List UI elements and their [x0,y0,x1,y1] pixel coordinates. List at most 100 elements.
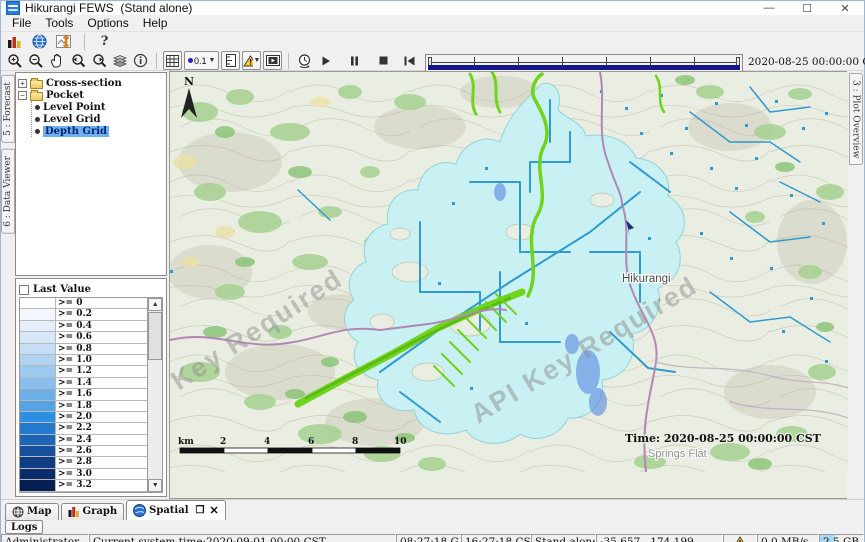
status-system-time: Current system time:2020-09-01 00:00 CST [89,534,396,542]
legend-color-swatch [20,469,56,479]
legend-color-swatch [20,355,56,365]
status-warning[interactable] [723,534,757,542]
last-value-label: Last Value [33,284,91,295]
tree-node-cross-section[interactable]: + Cross-section [18,77,164,89]
scroll-up-icon[interactable]: ▲ [148,298,162,311]
database-chart-icon[interactable] [5,32,24,51]
legend-color-swatch [20,389,56,399]
map-canvas[interactable]: API Key Required API Key Required Hikura… [170,72,848,472]
legend-row: >= 2.4 [20,435,147,446]
zoom-in-icon[interactable] [5,51,24,70]
left-tab-strip: 5 : Forecast 6 : Data Viewer [1,71,15,499]
tree-label: Level Grid [43,114,100,125]
last-value-row[interactable]: Last Value [19,282,163,297]
tab-map-label: Map [27,506,52,517]
tree-node-depth-grid[interactable]: Depth Grid [35,125,164,137]
legend-row: >= 1.4 [20,378,147,389]
legend-row-label: >= 1.8 [56,401,147,411]
warnings-button[interactable]: ▼ [242,51,261,70]
tab-graph[interactable]: Graph [61,503,125,520]
stop-button[interactable] [374,51,393,70]
ruler-button[interactable] [221,51,240,70]
menu-file[interactable]: File [5,15,38,31]
scale-tick: 6 [308,437,314,447]
tree-children: Level Point Level Grid Depth Grid [31,101,164,137]
legend-row-label: >= 1.6 [56,389,147,399]
legend-row-label: >= 0.4 [56,321,147,331]
status-user: Administrator [1,534,89,542]
zoom-next-icon[interactable] [89,51,108,70]
classbreak-dot-icon [188,58,193,63]
pan-hand-icon[interactable] [47,51,66,70]
legend-color-swatch [20,298,56,308]
maximize-tab-icon[interactable]: ❐ [196,505,205,516]
tab-plot-overview[interactable]: 3 : Plot Overview [849,73,863,165]
map-globe-icon[interactable] [30,32,49,51]
chevron-down-icon: ▼ [209,57,216,64]
expand-icon[interactable]: + [18,79,27,88]
info-icon[interactable] [131,51,150,70]
legend-color-swatch [20,309,56,319]
maximize-button[interactable]: ☐ [788,1,826,15]
close-button[interactable]: ✕ [826,1,864,15]
tree-node-level-grid[interactable]: Level Grid [35,113,164,125]
main-toolbar: ? [1,32,864,51]
legend-color-swatch [20,435,56,445]
grid-display-button[interactable] [163,51,182,70]
left-panel: + Cross-section − Pocket Level Point [15,71,169,499]
play-button[interactable] [316,51,335,70]
tree-node-pocket[interactable]: − Pocket [18,89,164,101]
menu-help[interactable]: Help [136,15,175,31]
minimize-button[interactable]: — [750,1,788,15]
tab-data-viewer[interactable]: 6 : Data Viewer [1,149,15,234]
tree-label-selected: Depth Grid [43,126,109,137]
classbreaks-button[interactable]: 0.1 ▼ [184,51,219,70]
layers-icon[interactable] [110,51,129,70]
skip-to-start-button[interactable] [400,51,419,70]
legend-row-label: >= 0.2 [56,309,147,319]
menu-options[interactable]: Options [80,15,135,31]
status-gmt-time: 08:27:18 GMT [396,534,461,542]
collapse-icon[interactable]: − [18,91,27,100]
tab-forecast[interactable]: 5 : Forecast [1,75,15,143]
help-button[interactable]: ? [95,32,114,51]
legend-row-label: >= 2.2 [56,423,147,433]
logs-button[interactable]: Logs [5,520,43,534]
legend-panel: Last Value >= 0 >= 0.2 >= 0.4 [15,278,167,497]
last-value-checkbox[interactable] [19,285,29,295]
timeseries-display-icon[interactable] [55,32,74,51]
tab-map[interactable]: Map [5,503,59,520]
status-bar: Administrator Current system time:2020-0… [1,534,864,542]
close-tab-icon[interactable]: ✕ [209,504,218,517]
legend-scrollbar[interactable]: ▲ ▼ [147,298,162,492]
animation-panel-button[interactable] [263,51,282,70]
timer-icon[interactable] [295,51,314,70]
window-title: Hikurangi FEWS (Stand alone) [25,1,192,15]
time-slider[interactable] [425,54,743,72]
title-bar: Hikurangi FEWS (Stand alone) — ☐ ✕ [1,1,864,15]
zoom-previous-icon[interactable] [68,51,87,70]
bullet-icon [35,105,40,110]
map-toolbar: 0.1 ▼ ▼ [1,51,864,71]
tab-spatial[interactable]: Spatial ❐ ✕ [126,500,226,520]
legend-row: >= 2.2 [20,423,147,434]
legend-color-swatch [20,332,56,342]
legend-row-label: >= 1.0 [56,355,147,365]
legend-color-swatch [20,401,56,411]
tree-label: Cross-section [46,78,122,89]
legend-row-label: >= 2.8 [56,457,147,467]
scroll-down-icon[interactable]: ▼ [148,479,162,492]
bullet-icon [35,129,40,134]
layer-tree[interactable]: + Cross-section − Pocket Level Point [15,72,167,276]
time-slider-range-bar[interactable] [428,65,740,70]
legend-row: >= 2.6 [20,446,147,457]
tree-node-level-point[interactable]: Level Point [35,101,164,113]
menu-tools[interactable]: Tools [38,15,80,31]
scroll-thumb[interactable] [148,312,162,360]
legend-row: >= 1.6 [20,389,147,400]
zoom-out-icon[interactable] [26,51,45,70]
pause-button[interactable] [345,51,364,70]
tab-spatial-label: Spatial [149,505,188,516]
status-local-time: 16:27:18 CST [461,534,531,542]
map-view[interactable]: API Key Required API Key Required Hikura… [169,71,847,499]
